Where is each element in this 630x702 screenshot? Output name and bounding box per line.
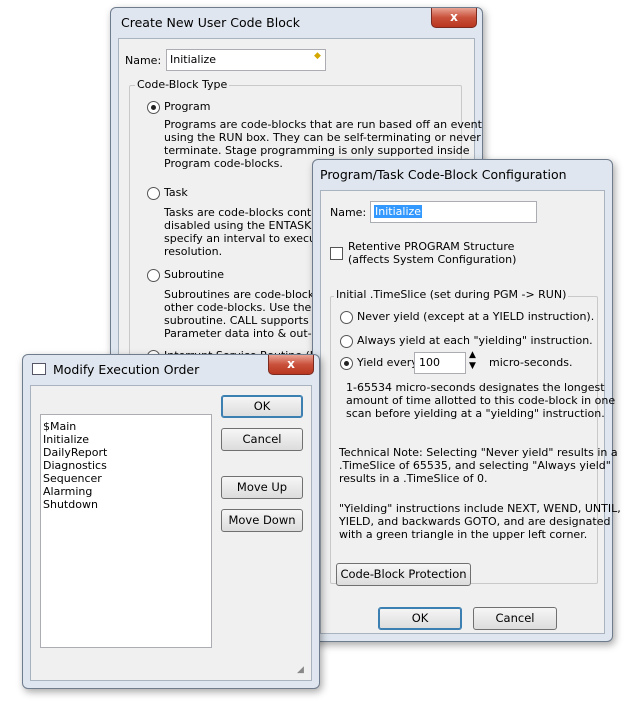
- app-icon: [32, 363, 46, 375]
- close-button[interactable]: x: [268, 355, 314, 375]
- ok-button[interactable]: OK: [221, 395, 303, 418]
- list-item[interactable]: $Main: [43, 420, 76, 433]
- code-block-type-label: Code-Block Type: [135, 78, 230, 91]
- dialog-body: Name: Initialize Retentive PROGRAM Struc…: [320, 190, 621, 634]
- always-yield-radio[interactable]: [340, 335, 353, 348]
- yield-interval-input[interactable]: 100: [414, 352, 466, 374]
- timeslice-group-label: Initial .TimeSlice (set during PGM -> RU…: [334, 288, 569, 301]
- move-down-button[interactable]: Move Down: [221, 509, 303, 532]
- program-description-line: terminate. Stage programming is only sup…: [164, 144, 470, 157]
- name-label: Name:: [330, 206, 367, 219]
- close-button[interactable]: x: [431, 8, 477, 28]
- task-description-line: resolution.: [164, 245, 223, 258]
- list-item[interactable]: DailyReport: [43, 446, 107, 459]
- name-label: Name:: [125, 54, 162, 67]
- code-block-config-dialog: Program/Task Code-Block Configuration Na…: [312, 159, 621, 642]
- cancel-button[interactable]: Cancel: [473, 607, 557, 630]
- technical-note-line: .TimeSlice of 65535, and selecting "Alwa…: [339, 459, 611, 472]
- name-input[interactable]: Initialize: [370, 201, 537, 223]
- subroutine-description-line: Subroutines are code-blocks th: [164, 288, 335, 301]
- spin-down-icon[interactable]: ▼: [469, 361, 476, 371]
- dialog-title: Program/Task Code-Block Configuration: [320, 167, 567, 182]
- warning-icon: ◆: [314, 51, 321, 61]
- list-item[interactable]: Initialize: [43, 433, 89, 446]
- name-input-value: Initialize: [374, 205, 423, 218]
- list-item[interactable]: Diagnostics: [43, 459, 107, 472]
- execution-order-list[interactable]: $Main Initialize DailyReport Diagnostics…: [40, 414, 212, 648]
- dialog-title: Create New User Code Block: [121, 15, 300, 30]
- retentive-checkbox[interactable]: [330, 247, 343, 260]
- task-radio-label[interactable]: Task: [164, 186, 188, 199]
- subroutine-description-line: subroutine. CALL supports bas: [164, 314, 332, 327]
- retentive-label-line2: (affects System Configuration): [348, 253, 517, 266]
- yield-interval-spinner[interactable]: ▲ ▼: [466, 350, 483, 373]
- yield-interval-value: 100: [419, 356, 440, 369]
- dialog-body: $Main Initialize DailyReport Diagnostics…: [30, 385, 312, 681]
- name-input[interactable]: Initialize ◆: [166, 49, 326, 71]
- list-item[interactable]: Shutdown: [43, 498, 98, 511]
- yield-every-label[interactable]: Yield every: [357, 356, 418, 369]
- ok-button[interactable]: OK: [378, 607, 462, 630]
- task-radio[interactable]: [147, 187, 160, 200]
- subroutine-radio[interactable]: [147, 269, 160, 282]
- modify-execution-order-dialog: Modify Execution Order x $Main Initializ…: [22, 354, 320, 689]
- yielding-note-line: YIELD, and backwards GOTO, and are desig…: [339, 515, 611, 528]
- cancel-button[interactable]: Cancel: [221, 428, 303, 451]
- code-block-protection-button[interactable]: Code-Block Protection: [336, 563, 471, 586]
- title-bar[interactable]: Program/Task Code-Block Configuration: [313, 160, 612, 190]
- spin-up-icon[interactable]: ▲: [469, 350, 476, 360]
- program-description-line: Programs are code-blocks that are run ba…: [164, 118, 482, 131]
- title-bar[interactable]: Create New User Code Block x: [111, 8, 482, 38]
- list-item[interactable]: Alarming: [43, 485, 92, 498]
- range-description-line: scan before yielding at a "yielding" ins…: [346, 407, 605, 420]
- move-up-button[interactable]: Move Up: [221, 476, 303, 499]
- name-input-value: Initialize: [170, 53, 217, 66]
- subroutine-description-line: Parameter data into & out-of a: [164, 327, 333, 340]
- micro-seconds-label: micro-seconds.: [489, 356, 573, 369]
- list-item[interactable]: Sequencer: [43, 472, 102, 485]
- task-description-line: disabled using the ENTASK box: [164, 219, 335, 232]
- task-description-line: specify an interval to execute: [164, 232, 328, 245]
- program-radio[interactable]: [147, 101, 160, 114]
- yield-every-radio[interactable]: [340, 357, 353, 370]
- yielding-note-line: "Yielding" instructions include NEXT, WE…: [339, 502, 621, 515]
- subroutine-description-line: other code-blocks. Use the CA: [164, 301, 331, 314]
- resize-grip-icon[interactable]: ◢: [297, 665, 304, 675]
- technical-note-line: Technical Note: Selecting "Never yield" …: [339, 446, 618, 459]
- program-radio-label[interactable]: Program: [164, 100, 210, 113]
- program-description-line: Program code-blocks.: [164, 157, 283, 170]
- retentive-label-line1[interactable]: Retentive PROGRAM Structure: [348, 240, 514, 253]
- subroutine-radio-label[interactable]: Subroutine: [164, 268, 224, 281]
- technical-note-line: results in a .TimeSlice of 0.: [339, 472, 488, 485]
- always-yield-label[interactable]: Always yield at each "yielding" instruct…: [357, 334, 593, 347]
- title-bar[interactable]: Modify Execution Order x: [23, 355, 319, 385]
- range-description-line: 1-65534 micro-seconds designates the lon…: [346, 381, 605, 394]
- range-description-line: amount of time allotted to this code-blo…: [346, 394, 616, 407]
- yielding-note-line: with a green triangle in the upper left …: [339, 528, 588, 541]
- program-description-line: using the RUN box. They can be self-term…: [164, 131, 481, 144]
- dialog-title: Modify Execution Order: [53, 362, 200, 377]
- never-yield-radio[interactable]: [340, 311, 353, 324]
- never-yield-label[interactable]: Never yield (except at a YIELD instructi…: [357, 310, 594, 323]
